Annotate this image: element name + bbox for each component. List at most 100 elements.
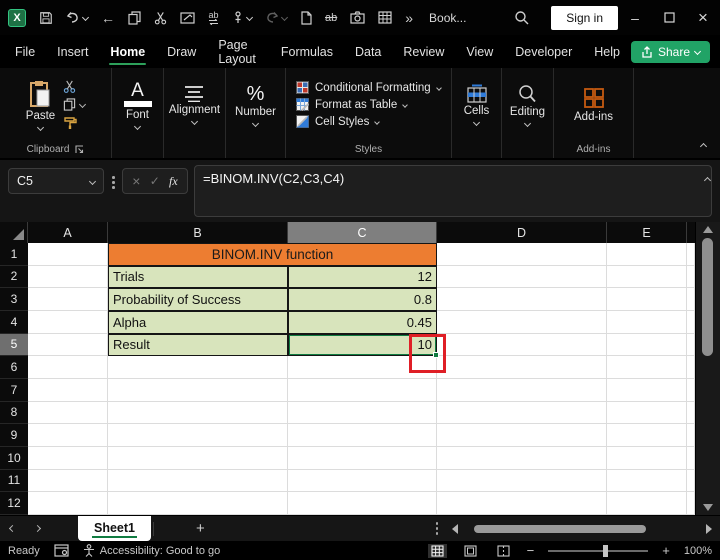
maximize-button[interactable] bbox=[652, 0, 686, 35]
cell-a9[interactable] bbox=[28, 424, 108, 447]
macro-record-button[interactable] bbox=[54, 544, 69, 557]
cell-b3[interactable]: Probability of Success bbox=[108, 288, 288, 311]
cell-e5[interactable] bbox=[607, 333, 687, 357]
formula-input[interactable]: =BINOM.INV(C2,C3,C4) bbox=[194, 165, 712, 217]
insert-function-button[interactable]: fx bbox=[169, 174, 178, 189]
undo-button[interactable] bbox=[66, 11, 90, 24]
scroll-up-arrow-icon[interactable] bbox=[703, 226, 713, 233]
cell-d12[interactable] bbox=[437, 492, 607, 515]
number-menu-button[interactable]: % Number bbox=[235, 84, 276, 127]
cell-a10[interactable] bbox=[28, 446, 108, 470]
search-button[interactable] bbox=[514, 10, 529, 25]
format-as-table-button[interactable]: Format as Table bbox=[296, 98, 451, 111]
paste-button[interactable]: Paste bbox=[26, 80, 55, 131]
column-header-d[interactable]: D bbox=[437, 222, 607, 243]
cut-button-ribbon[interactable] bbox=[63, 80, 76, 93]
cell-b12[interactable] bbox=[108, 492, 288, 515]
row-header-1[interactable]: 1 bbox=[0, 243, 28, 266]
find-replace-button[interactable]: ab bbox=[208, 10, 219, 25]
cell-c10[interactable] bbox=[288, 446, 437, 470]
tab-page-layout[interactable]: Page Layout bbox=[207, 35, 270, 68]
zoom-out-button[interactable]: − bbox=[527, 543, 535, 558]
cell-b7[interactable] bbox=[108, 378, 288, 402]
scroll-down-arrow-icon[interactable] bbox=[703, 504, 713, 511]
normal-view-button[interactable] bbox=[427, 543, 447, 558]
horizontal-scrollbar[interactable] bbox=[472, 524, 692, 534]
column-header-e[interactable]: E bbox=[607, 222, 687, 243]
share-button[interactable]: Share bbox=[630, 40, 710, 63]
cell-c7[interactable] bbox=[288, 378, 437, 402]
cell-d11[interactable] bbox=[437, 469, 607, 493]
cell-b4[interactable]: Alpha bbox=[108, 310, 288, 334]
tab-review[interactable]: Review bbox=[392, 35, 455, 68]
page-layout-view-button[interactable] bbox=[461, 544, 480, 558]
save-button[interactable] bbox=[39, 11, 53, 25]
row-header-2[interactable]: 2 bbox=[0, 265, 28, 289]
cell-d6[interactable] bbox=[437, 356, 607, 379]
name-box[interactable]: C5 bbox=[8, 168, 104, 194]
cell-e6[interactable] bbox=[607, 356, 687, 379]
new-file-button[interactable] bbox=[300, 10, 312, 25]
cut-button[interactable] bbox=[154, 11, 167, 25]
cell-b10[interactable] bbox=[108, 446, 288, 470]
accessibility-status[interactable]: Accessibility: Good to go bbox=[83, 544, 220, 557]
tab-developer[interactable]: Developer bbox=[504, 35, 583, 68]
close-button[interactable]: × bbox=[686, 0, 720, 35]
tab-insert[interactable]: Insert bbox=[46, 35, 99, 68]
tab-view[interactable]: View bbox=[455, 35, 504, 68]
cell-d5[interactable] bbox=[437, 333, 607, 357]
column-header-b[interactable]: B bbox=[108, 222, 288, 243]
cell-e2[interactable] bbox=[607, 265, 687, 289]
sheet-options-handle[interactable] bbox=[435, 522, 438, 535]
tab-draw[interactable]: Draw bbox=[156, 35, 207, 68]
next-sheet-button[interactable] bbox=[25, 524, 50, 533]
more-commands-button[interactable]: » bbox=[405, 10, 413, 26]
cell-d4[interactable] bbox=[437, 310, 607, 334]
add-sheet-button[interactable]: + bbox=[196, 520, 205, 537]
sheet-tab-sheet1[interactable]: Sheet1 bbox=[78, 516, 151, 541]
cell-c4[interactable]: 0.45 bbox=[288, 310, 437, 334]
cell-b5[interactable]: Result bbox=[108, 333, 288, 357]
cell-a11[interactable] bbox=[28, 469, 108, 493]
row-header-3[interactable]: 3 bbox=[0, 288, 28, 311]
cell-c8[interactable] bbox=[288, 401, 437, 425]
tab-home[interactable]: Home bbox=[99, 35, 156, 68]
cell-b11[interactable] bbox=[108, 469, 288, 493]
zoom-level[interactable]: 100% bbox=[684, 545, 712, 557]
editing-menu-button[interactable]: Editing bbox=[510, 84, 545, 127]
cell-e3[interactable] bbox=[607, 288, 687, 311]
cell-b8[interactable] bbox=[108, 401, 288, 425]
cell-a8[interactable] bbox=[28, 401, 108, 425]
copy-button[interactable] bbox=[128, 10, 141, 25]
cell-e11[interactable] bbox=[607, 469, 687, 493]
collapse-ribbon-button[interactable] bbox=[699, 136, 708, 154]
confirm-entry-button[interactable]: ✓ bbox=[150, 174, 160, 188]
row-header-9[interactable]: 9 bbox=[0, 424, 28, 447]
addins-button[interactable]: Add-ins bbox=[574, 87, 613, 123]
cell-d3[interactable] bbox=[437, 288, 607, 311]
cell-c9[interactable] bbox=[288, 424, 437, 447]
excel-logo-icon[interactable]: X bbox=[8, 8, 26, 27]
cell-a4[interactable] bbox=[28, 310, 108, 334]
cell-e10[interactable] bbox=[607, 446, 687, 470]
hscroll-left-arrow-icon[interactable] bbox=[452, 523, 458, 534]
tab-formulas[interactable]: Formulas bbox=[270, 35, 344, 68]
column-header-c[interactable]: C bbox=[288, 222, 437, 243]
cell-e1[interactable] bbox=[607, 243, 687, 266]
cell-a7[interactable] bbox=[28, 378, 108, 402]
touch-mode-button[interactable] bbox=[232, 10, 254, 25]
cell-a1[interactable] bbox=[28, 243, 108, 266]
paste-special-button[interactable] bbox=[180, 11, 195, 24]
sign-in-button[interactable]: Sign in bbox=[551, 5, 618, 30]
minimize-button[interactable]: – bbox=[618, 0, 652, 35]
cell-b6[interactable] bbox=[108, 356, 288, 379]
clipboard-dialog-launcher[interactable] bbox=[75, 145, 84, 154]
cell-e12[interactable] bbox=[607, 492, 687, 515]
copy-button-ribbon[interactable] bbox=[63, 98, 87, 111]
row-header-7[interactable]: 7 bbox=[0, 378, 28, 402]
cell-d1[interactable] bbox=[437, 243, 607, 266]
vertical-scrollbar[interactable] bbox=[695, 222, 720, 515]
screenshot-button[interactable] bbox=[350, 11, 365, 24]
cancel-entry-button[interactable]: × bbox=[132, 173, 140, 189]
cell-b9[interactable] bbox=[108, 424, 288, 447]
